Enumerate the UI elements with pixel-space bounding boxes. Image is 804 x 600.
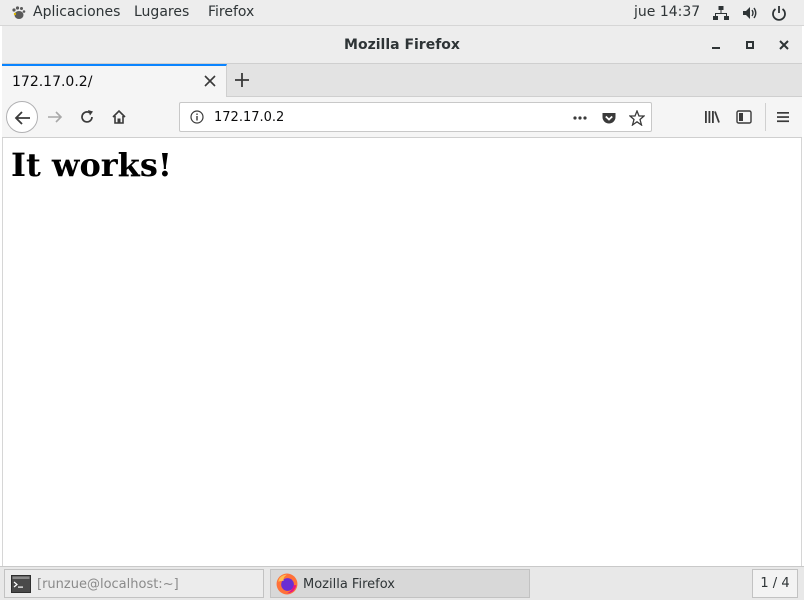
sidebar-toggle-icon[interactable] — [736, 109, 752, 125]
close-icon[interactable] — [777, 38, 791, 52]
minimize-icon[interactable] — [709, 38, 723, 52]
tab-active[interactable]: 172.17.0.2/ — [2, 64, 227, 97]
network-icon[interactable] — [713, 5, 729, 21]
new-tab-plus-icon[interactable] — [234, 72, 250, 88]
toolbar-separator — [765, 103, 766, 131]
bookmark-star-icon[interactable] — [629, 110, 645, 126]
window-list-taskbar: [runzue@localhost:~] Mozilla Firefox 1 /… — [0, 566, 804, 600]
forward-arrow-icon[interactable] — [47, 109, 63, 125]
window-titlebar[interactable]: Mozilla Firefox — [2, 26, 802, 64]
nav-toolbar — [2, 97, 802, 138]
library-icon[interactable] — [704, 109, 720, 125]
terminal-icon — [11, 575, 31, 593]
workspace-indicator[interactable]: 1 / 4 — [752, 569, 798, 598]
page-heading: It works! — [11, 146, 172, 184]
page-actions-ellipsis-icon[interactable] — [572, 110, 588, 126]
taskbar-firefox-label: Mozilla Firefox — [303, 577, 395, 592]
menu-firefox[interactable]: Firefox — [208, 4, 254, 20]
page-content: It works! — [2, 138, 802, 566]
menu-lugares[interactable]: Lugares — [134, 4, 189, 20]
pocket-icon[interactable] — [601, 110, 617, 126]
gnome-top-bar: Aplicaciones Lugares Firefox jue 14:37 — [0, 0, 804, 26]
back-arrow-icon — [14, 111, 30, 125]
hamburger-menu-icon[interactable] — [775, 109, 791, 125]
url-input[interactable] — [214, 107, 554, 127]
maximize-icon[interactable] — [743, 38, 757, 52]
volume-icon[interactable] — [742, 5, 758, 21]
window-title: Mozilla Firefox — [344, 37, 460, 53]
taskbar-terminal-label: [runzue@localhost:~] — [37, 577, 179, 592]
tab-close-icon[interactable] — [204, 75, 216, 87]
firefox-logo-icon — [276, 573, 298, 595]
taskbar-item-firefox[interactable]: Mozilla Firefox — [270, 569, 530, 598]
site-info-icon[interactable] — [190, 110, 204, 124]
menu-aplicaciones[interactable]: Aplicaciones — [33, 4, 120, 20]
back-button[interactable] — [6, 101, 38, 133]
reload-icon[interactable] — [79, 109, 95, 125]
tab-strip: 172.17.0.2/ — [2, 64, 802, 97]
clock[interactable]: jue 14:37 — [634, 4, 700, 20]
tab-title: 172.17.0.2/ — [12, 74, 93, 90]
power-icon[interactable] — [771, 5, 787, 21]
home-icon[interactable] — [111, 109, 127, 125]
taskbar-item-terminal[interactable]: [runzue@localhost:~] — [4, 569, 264, 598]
url-bar[interactable] — [179, 102, 652, 132]
apps-foot-icon[interactable] — [10, 5, 26, 21]
